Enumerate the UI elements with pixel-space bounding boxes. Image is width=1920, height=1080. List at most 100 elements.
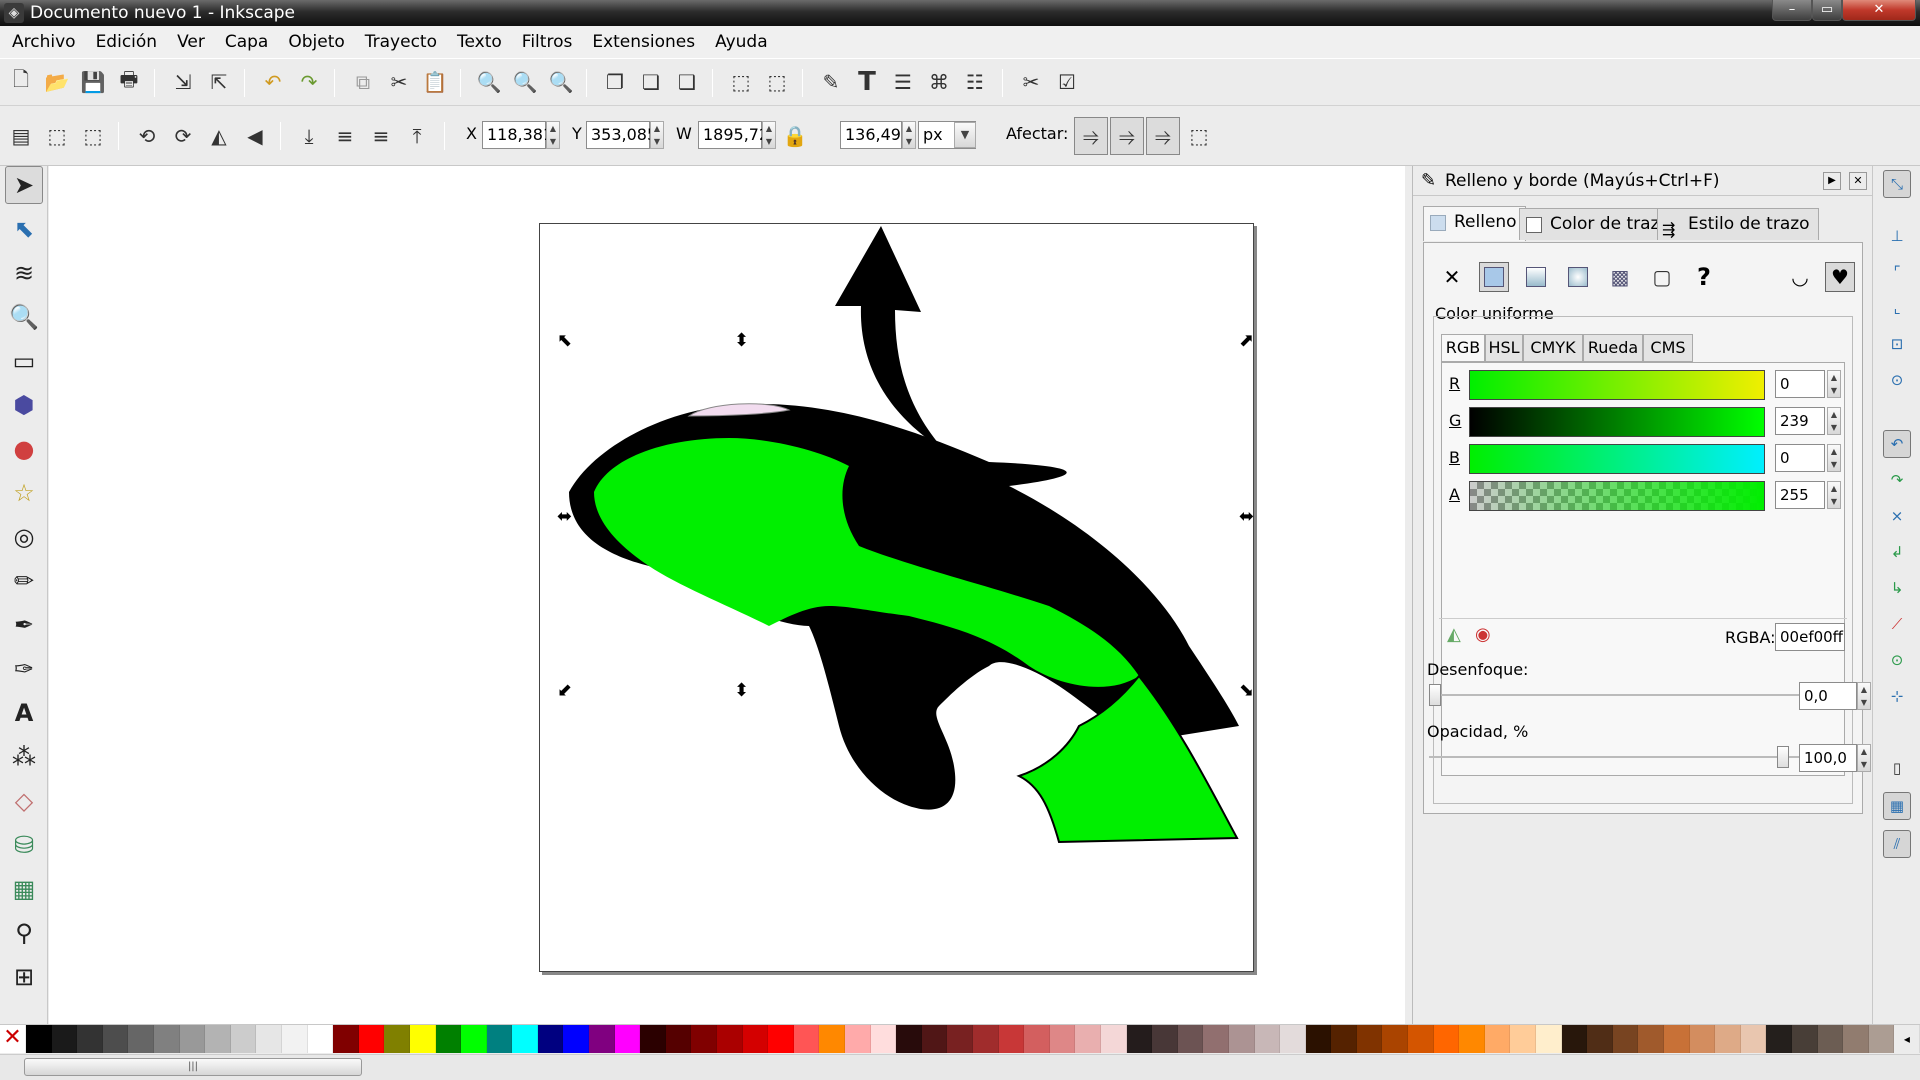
- spray-tool-icon[interactable]: ⁂: [5, 738, 43, 776]
- swatch-brown-4[interactable]: [972, 1025, 999, 1053]
- redo-icon[interactable]: ↷: [294, 67, 324, 97]
- swatch-blue[interactable]: [563, 1025, 590, 1053]
- channel-b-slider[interactable]: [1469, 444, 1765, 474]
- maximize-button[interactable]: ▭: [1812, 0, 1842, 21]
- swatch-orange-9[interactable]: [1510, 1025, 1537, 1053]
- cut-icon[interactable]: ✂: [384, 67, 414, 97]
- align-distribute-icon[interactable]: ☷: [960, 67, 990, 97]
- fill-rule-nonzero-icon[interactable]: ♥: [1825, 262, 1855, 292]
- swatch-tan-1[interactable]: [1561, 1025, 1588, 1053]
- swatch-black[interactable]: [26, 1025, 52, 1053]
- ellipse-tool-icon[interactable]: ●: [5, 430, 43, 468]
- swatch-teal[interactable]: [486, 1025, 513, 1053]
- swatch-red-6[interactable]: [768, 1025, 794, 1053]
- gradient-tool-icon[interactable]: ▦: [5, 870, 43, 908]
- swatch-gray-brown-1[interactable]: [1766, 1025, 1792, 1053]
- x-input[interactable]: 118,381: [482, 121, 553, 149]
- no-paint-icon[interactable]: ✕: [1437, 262, 1467, 292]
- menu-filtros[interactable]: Filtros: [514, 32, 581, 52]
- zoom-tool-icon[interactable]: 🔍: [5, 298, 43, 336]
- menu-edicion[interactable]: Edición: [88, 32, 166, 52]
- swatch-white[interactable]: [307, 1025, 334, 1053]
- subtab-hsl[interactable]: HSL: [1485, 334, 1523, 362]
- tab-relleno[interactable]: Relleno: [1423, 206, 1526, 241]
- print-icon[interactable]: 🖶: [114, 67, 144, 97]
- open-icon[interactable]: 📂: [42, 67, 72, 97]
- x-spinner[interactable]: ▲ ▼: [546, 121, 560, 149]
- swatch-tan-3[interactable]: [1612, 1025, 1639, 1053]
- channel-b-spinner[interactable]: ▲ ▼: [1827, 444, 1841, 472]
- swatch-brown-1[interactable]: [896, 1025, 922, 1053]
- swatch-brown-2[interactable]: [921, 1025, 948, 1053]
- scale-handle-bottom[interactable]: ⬍: [734, 680, 749, 701]
- lock-proportions-icon[interactable]: 🔒: [780, 121, 810, 151]
- swatch-tan-6[interactable]: [1689, 1025, 1716, 1053]
- dropper-tool-icon[interactable]: ⚲: [5, 914, 43, 952]
- menu-archivo[interactable]: Archivo: [4, 32, 84, 52]
- swatch-gray-90[interactable]: [51, 1025, 78, 1053]
- opacity-spinner[interactable]: ▲ ▼: [1857, 744, 1871, 772]
- snap-bbox-corner-icon[interactable]: ⌞: [1883, 294, 1911, 322]
- swatch-red-2[interactable]: [665, 1025, 692, 1053]
- channel-g-input[interactable]: 239: [1775, 407, 1825, 435]
- clone-icon[interactable]: ❏: [636, 67, 666, 97]
- transform-patterns-icon[interactable]: ⬚: [1184, 121, 1214, 151]
- swatch-red-10[interactable]: [870, 1025, 897, 1053]
- swatch-orange-5[interactable]: [1408, 1025, 1434, 1053]
- transform-gradients-icon[interactable]: ⥤: [1146, 117, 1180, 155]
- tab-color-trazo[interactable]: Color de trazo: [1519, 208, 1679, 240]
- snap-bbox-edge-icon[interactable]: ⌜: [1883, 258, 1911, 286]
- y-input[interactable]: 353,085: [586, 121, 657, 149]
- fill-rule-evenodd-icon[interactable]: ◡: [1785, 262, 1815, 292]
- no-color-swatch-icon[interactable]: ✕: [0, 1025, 26, 1053]
- snap-smooth-icon[interactable]: ↳: [1883, 574, 1911, 602]
- swatch-brown-9[interactable]: [1100, 1025, 1127, 1053]
- opacity-slider-track[interactable]: [1429, 756, 1801, 758]
- canvas[interactable]: ⬉ ⬍ ⬈ ⬌ ⬌ ⬋ ⬍ ⬊: [49, 166, 1405, 1024]
- scale-handle-top-right[interactable]: ⬈: [1239, 330, 1254, 351]
- swatch-gray-70[interactable]: [102, 1025, 129, 1053]
- swatch-gray-20[interactable]: [230, 1025, 257, 1053]
- copy-icon[interactable]: ⧉: [348, 67, 378, 97]
- scale-handle-right[interactable]: ⬌: [1239, 506, 1254, 527]
- opacity-slider-thumb[interactable]: [1777, 746, 1789, 768]
- blur-spinner[interactable]: ▲ ▼: [1857, 682, 1871, 710]
- swatch-cyan[interactable]: [512, 1025, 538, 1053]
- scale-corners-icon[interactable]: ⥤: [1110, 117, 1144, 155]
- swatch-orange-10[interactable]: [1536, 1025, 1562, 1053]
- unlink-clone-icon[interactable]: ❑: [672, 67, 702, 97]
- swatch-orange-2[interactable]: [1331, 1025, 1357, 1053]
- inkscape-app-icon[interactable]: ◈: [4, 3, 24, 23]
- export-icon[interactable]: ⇱: [204, 67, 234, 97]
- menu-trayecto[interactable]: Trayecto: [357, 32, 445, 52]
- subtab-cms[interactable]: CMS: [1643, 334, 1693, 362]
- swatch-orange-8[interactable]: [1484, 1025, 1511, 1053]
- swatch-gray-brown-4[interactable]: [1843, 1025, 1869, 1053]
- swatch-green[interactable]: [435, 1025, 462, 1053]
- rotate-ccw-icon[interactable]: ⟲: [132, 121, 162, 151]
- xml-editor-icon[interactable]: ⌘: [924, 67, 954, 97]
- snap-midpoint-icon[interactable]: ⟋: [1883, 610, 1911, 638]
- unit-dropdown-icon[interactable]: ▼: [954, 122, 976, 148]
- snap-intersection-icon[interactable]: ⨯: [1883, 502, 1911, 530]
- snap-cusp-icon[interactable]: ↲: [1883, 538, 1911, 566]
- swatch-orange-1[interactable]: [1305, 1025, 1332, 1053]
- h-spinner[interactable]: ▲ ▼: [902, 121, 916, 149]
- pen-tool-icon[interactable]: ✒: [5, 606, 43, 644]
- 3d-box-tool-icon[interactable]: ⬢: [5, 386, 43, 424]
- snap-path-icon[interactable]: ↷: [1883, 466, 1911, 494]
- swatch-gray-10[interactable]: [256, 1025, 282, 1053]
- swatch-brown-8[interactable]: [1075, 1025, 1101, 1053]
- w-spinner[interactable]: ▲ ▼: [762, 121, 776, 149]
- snap-nodes-icon[interactable]: ↶: [1883, 430, 1911, 458]
- lower-icon[interactable]: ≡: [330, 121, 360, 151]
- channel-r-slider[interactable]: [1469, 370, 1765, 400]
- bucket-tool-icon[interactable]: ⛁: [5, 826, 43, 864]
- swatch-red[interactable]: [358, 1025, 385, 1053]
- menu-texto[interactable]: Texto: [449, 32, 510, 52]
- swatch-tan-2[interactable]: [1587, 1025, 1613, 1053]
- swatch-taupe-4[interactable]: [1203, 1025, 1229, 1053]
- pencil-tool-icon[interactable]: ✏: [5, 562, 43, 600]
- fill-stroke-icon[interactable]: ✎: [816, 67, 846, 97]
- swatch-taupe-2[interactable]: [1152, 1025, 1178, 1053]
